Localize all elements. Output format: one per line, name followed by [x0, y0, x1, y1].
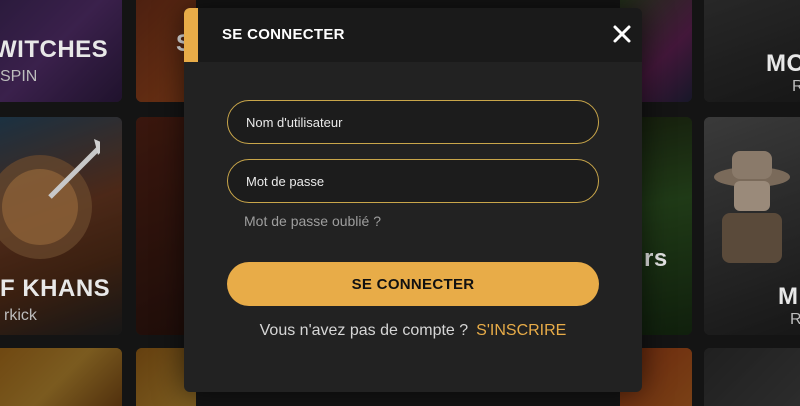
game-tile-title: M [778, 283, 799, 310]
game-tile-subtitle: rkick [4, 307, 37, 324]
game-tile-title: MO [766, 50, 800, 77]
game-tile[interactable] [0, 348, 122, 406]
register-link[interactable]: S'INSCRIRE [476, 322, 566, 339]
game-tile[interactable]: M R [704, 117, 800, 335]
modal-header: SE CONNECTER [184, 8, 642, 62]
game-tile-subtitle: R [790, 311, 800, 328]
shield-art-icon [0, 139, 100, 259]
password-input[interactable] [228, 160, 598, 202]
game-tile[interactable]: F KHANS rkick [0, 117, 122, 335]
register-row: Vous n'avez pas de compte ? S'INSCRIRE [184, 322, 642, 340]
game-tile-title: WITCHES [0, 36, 109, 63]
modal-title: SE CONNECTER [222, 26, 345, 43]
username-field[interactable] [227, 100, 599, 144]
header-accent-bar [184, 8, 198, 62]
login-modal: SE CONNECTER Mot de passe oublié ? SE CO… [184, 8, 642, 392]
forgot-password-link[interactable]: Mot de passe oublié ? [244, 213, 381, 229]
game-tile[interactable]: WITCHES SPIN [0, 0, 122, 102]
register-question: Vous n'avez pas de compte ? [259, 322, 469, 339]
game-tile-subtitle: SPIN [0, 68, 38, 85]
game-tile[interactable] [704, 348, 800, 406]
game-tile-subtitle: R [792, 78, 800, 95]
character-art-icon [714, 151, 790, 263]
login-submit-button[interactable]: SE CONNECTER [227, 262, 599, 306]
close-icon [613, 25, 631, 43]
game-tile[interactable]: MO R [704, 0, 800, 102]
username-input[interactable] [228, 101, 598, 143]
password-field[interactable] [227, 159, 599, 203]
game-tile-title: F KHANS [0, 275, 111, 302]
close-button[interactable] [608, 20, 636, 48]
game-tile-title: rs [644, 245, 668, 272]
